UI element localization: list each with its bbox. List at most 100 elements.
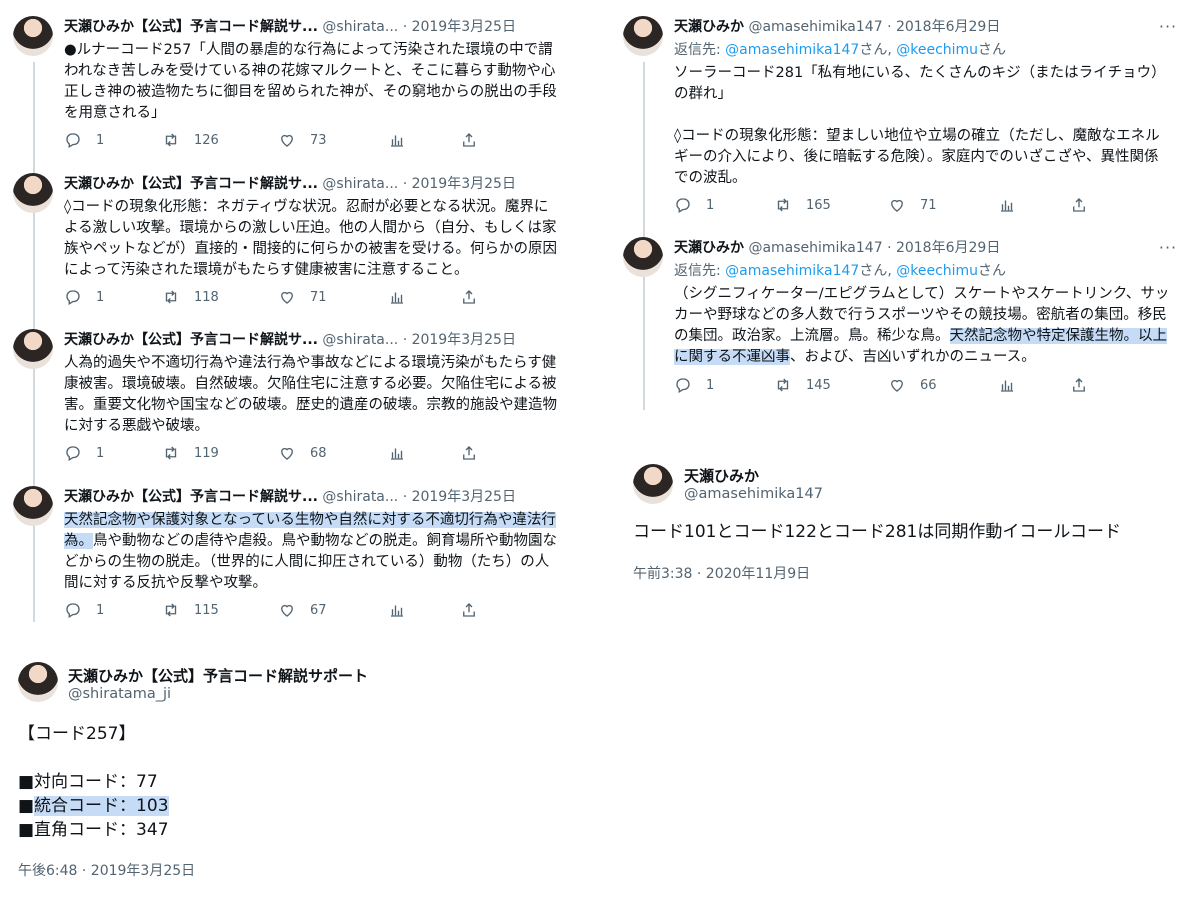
highlighted-text: 統合コード：103 — [34, 796, 169, 816]
highlighted-text: 為。 — [64, 533, 93, 549]
avatar[interactable] — [13, 173, 53, 213]
share-button[interactable] — [1070, 196, 1088, 214]
tweet-date[interactable]: · 2019年3月25日 — [403, 176, 516, 192]
avatar[interactable] — [18, 662, 58, 702]
reply-icon — [676, 378, 690, 393]
reply-button[interactable]: 1 — [64, 601, 104, 619]
text-line: われなき苦しみを受けている神の花嫁マルクートと、そこに暮らす動物や心 — [64, 63, 556, 79]
tweet-date[interactable]: · 2018年6月29日 — [887, 240, 1000, 256]
author-name[interactable]: 天瀬ひみか【公式】予言コード解説サ... — [64, 19, 318, 35]
retweet-button[interactable]: 118 — [162, 288, 219, 306]
tweet-text: （シグニフィケーター/エピグラムとして）スケートやスケートリンク、サッ カーや野… — [674, 284, 1179, 368]
retweet-count: 126 — [194, 132, 219, 148]
analytics-button[interactable] — [388, 131, 406, 149]
author-handle[interactable]: @shirata... — [322, 332, 398, 348]
share-button[interactable] — [460, 444, 478, 462]
more-icon[interactable]: ··· — [1158, 19, 1178, 35]
retweet-button[interactable]: 115 — [162, 601, 219, 619]
author-name[interactable]: 天瀬ひみか【公式】予言コード解説サ... — [64, 176, 318, 192]
share-button[interactable] — [460, 601, 478, 619]
mention-link[interactable]: @keechimu — [896, 263, 978, 279]
avatar[interactable] — [13, 16, 53, 56]
author-name[interactable]: 天瀬ひみか【公式】予言コード解説サ... — [64, 489, 318, 505]
author-name[interactable]: 天瀬ひみか — [674, 240, 744, 256]
author-handle[interactable]: @amasehimika147 — [748, 240, 882, 256]
tweet-timestamp[interactable]: 午後6:48 · 2019年3月25日 — [18, 860, 195, 880]
analytics-button[interactable] — [388, 288, 406, 306]
author-handle[interactable]: @amasehimika147 — [684, 486, 823, 502]
tweet-date[interactable]: · 2019年3月25日 — [403, 332, 516, 348]
avatar[interactable] — [633, 464, 673, 504]
author-handle[interactable]: @shirata... — [322, 489, 398, 505]
analytics-icon — [391, 135, 403, 147]
avatar[interactable] — [13, 329, 53, 369]
mention-link[interactable]: @amasehimika147 — [725, 42, 859, 58]
like-button[interactable]: 73 — [278, 131, 327, 149]
reply-button[interactable]: 1 — [64, 288, 104, 306]
author-handle[interactable]: @amasehimika147 — [748, 19, 882, 35]
like-button[interactable]: 71 — [888, 196, 937, 214]
reply-prefix: 返信先: — [674, 263, 726, 279]
tweet-timestamp[interactable]: 午前3:38 · 2020年11月9日 — [633, 563, 810, 583]
text-line: （シグニフィケーター/エピグラムとして）スケートやスケートリンク、サッ — [674, 286, 1170, 302]
like-button[interactable]: 67 — [278, 601, 327, 619]
text-segment: 、および、吉凶いずれかのニュース。 — [790, 349, 1036, 365]
share-button[interactable] — [460, 131, 478, 149]
text-line: 為。鳥や動物などの虐待や虐殺。鳥や動物などの脱走。飼育場所や動物園な — [64, 531, 574, 552]
reply-button[interactable]: 1 — [674, 376, 714, 394]
tweet-date[interactable]: · 2018年6月29日 — [887, 19, 1000, 35]
avatar[interactable] — [623, 237, 663, 277]
tweet-header: 天瀬ひみか【公式】予言コード解説サ... @shirata... · 2019年… — [64, 487, 516, 507]
author-name[interactable]: 天瀬ひみか — [684, 465, 759, 486]
like-count: 71 — [920, 197, 937, 213]
author-name[interactable]: 天瀬ひみか【公式】予言コード解説サポート — [68, 665, 368, 686]
analytics-button[interactable] — [998, 196, 1016, 214]
analytics-button[interactable] — [388, 444, 406, 462]
tweet-date[interactable]: · 2019年3月25日 — [403, 489, 516, 505]
tweet-text: 【コード257】 ■対向コード：77 ■統合コード：103 ■直角コード：347 — [18, 722, 578, 842]
analytics-icon — [1001, 380, 1013, 392]
reply-button[interactable]: 1 — [64, 131, 104, 149]
share-icon — [463, 133, 475, 147]
like-icon — [891, 379, 903, 392]
share-button[interactable] — [460, 288, 478, 306]
reply-button[interactable]: 1 — [674, 196, 714, 214]
like-button[interactable]: 66 — [888, 376, 937, 394]
reply-icon — [676, 198, 690, 213]
text-line: 間に対する反抗や反撃や攻撃。 — [64, 575, 267, 591]
reply-suffix: さん — [978, 42, 1007, 58]
like-button[interactable]: 68 — [278, 444, 327, 462]
like-button[interactable]: 71 — [278, 288, 327, 306]
author-handle[interactable]: @shirata... — [322, 176, 398, 192]
author-handle[interactable]: @shiratama_ji — [68, 686, 171, 702]
share-icon — [1073, 198, 1085, 212]
more-icon[interactable]: ··· — [1158, 240, 1178, 256]
tweet-date[interactable]: · 2019年3月25日 — [403, 19, 516, 35]
share-icon — [463, 290, 475, 304]
retweet-button[interactable]: 145 — [774, 376, 831, 394]
mention-link[interactable]: @keechimu — [896, 42, 978, 58]
reply-icon — [66, 290, 80, 305]
text-line: 人為的過失や不適切行為や違法行為や事故などによる環境汚染がもたらす健 — [64, 355, 557, 371]
retweet-button[interactable]: 165 — [774, 196, 831, 214]
avatar[interactable] — [13, 486, 53, 526]
author-name[interactable]: 天瀬ひみか — [674, 19, 744, 35]
tweet-header: 天瀬ひみか【公式】予言コード解説サ... @shirata... · 2019年… — [64, 330, 516, 350]
avatar[interactable] — [623, 16, 663, 56]
tweet-text: ソーラーコード281「私有地にいる、たくさんのキジ（またはライチョウ） の群れ」… — [674, 63, 1179, 189]
like-count: 68 — [310, 445, 327, 461]
tweet-header: 天瀬ひみか @amasehimika147 · 2018年6月29日 — [674, 238, 1000, 258]
retweet-button[interactable]: 126 — [162, 131, 219, 149]
mention-link[interactable]: @amasehimika147 — [725, 263, 859, 279]
share-button[interactable] — [1070, 376, 1088, 394]
reply-button[interactable]: 1 — [64, 444, 104, 462]
retweet-button[interactable]: 119 — [162, 444, 219, 462]
reply-separator: さん, — [859, 42, 897, 58]
text-line: カーや野球などの多人数で行うスポーツやその競技場。密航者の集団。移民 — [674, 307, 1167, 323]
author-handle[interactable]: @shirata... — [322, 19, 398, 35]
analytics-button[interactable] — [388, 601, 406, 619]
analytics-button[interactable] — [998, 376, 1016, 394]
author-name[interactable]: 天瀬ひみか【公式】予言コード解説サ... — [64, 332, 318, 348]
tweet-actions: 1 145 66 — [674, 376, 1094, 396]
